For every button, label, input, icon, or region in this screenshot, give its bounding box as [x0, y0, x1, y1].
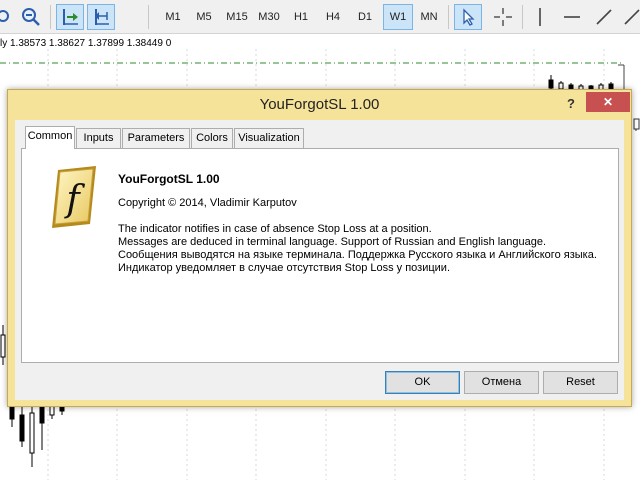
- tab-parameters[interactable]: Parameters: [122, 128, 190, 148]
- cursor-icon[interactable]: [454, 4, 482, 30]
- dialog-body: Common Inputs Parameters Colors Visualiz…: [15, 120, 624, 400]
- common-tab-panel: f YouForgotSL 1.00 Copyright © 2014, Vla…: [21, 148, 619, 363]
- timeframe-mn[interactable]: MN: [414, 4, 444, 30]
- timeframe-w1[interactable]: W1: [383, 4, 413, 30]
- copyright-text: Copyright © 2014, Vladimir Karputov: [118, 197, 297, 209]
- description-line: Messages are deduced in terminal languag…: [118, 236, 547, 248]
- timeframe-m5[interactable]: M5: [189, 4, 219, 30]
- tab-common[interactable]: Common: [25, 126, 75, 149]
- timeframe-h1[interactable]: H1: [286, 4, 316, 30]
- channel-icon[interactable]: [622, 4, 640, 30]
- tab-visualization[interactable]: Visualization: [234, 128, 304, 148]
- cancel-button[interactable]: Отмена: [464, 371, 539, 394]
- indicator-properties-dialog: YouForgotSL 1.00 ? ✕ Common Inputs Param…: [7, 89, 632, 407]
- close-button[interactable]: ✕: [586, 92, 630, 112]
- zoom-in-icon[interactable]: [0, 4, 12, 30]
- timeframe-d1[interactable]: D1: [350, 4, 380, 30]
- crosshair-icon[interactable]: [489, 4, 517, 30]
- timeframe-m15[interactable]: M15: [221, 4, 253, 30]
- help-button[interactable]: ?: [563, 94, 579, 114]
- description-line: Сообщения выводятся на языке терминала. …: [118, 249, 597, 261]
- indicator-icon: f: [50, 166, 98, 228]
- chart-toolbar: M1 M5 M15 M30 H1 H4 D1 W1 MN: [0, 0, 640, 34]
- tab-inputs[interactable]: Inputs: [76, 128, 121, 148]
- indicator-name: YouForgotSL 1.00: [118, 172, 220, 186]
- tab-colors[interactable]: Colors: [191, 128, 233, 148]
- description-line: The indicator notifies in case of absenc…: [118, 223, 432, 235]
- auto-scroll-icon[interactable]: [87, 4, 115, 30]
- timeframe-h4[interactable]: H4: [318, 4, 348, 30]
- timeframe-m1[interactable]: M1: [158, 4, 188, 30]
- zoom-out-icon[interactable]: [18, 4, 44, 30]
- vertical-line-icon[interactable]: [527, 4, 553, 30]
- ok-button[interactable]: OK: [385, 371, 460, 394]
- horizontal-line-icon[interactable]: [559, 4, 585, 30]
- dialog-title: YouForgotSL 1.00: [259, 96, 380, 113]
- trendline-icon[interactable]: [591, 4, 617, 30]
- chart-shift-icon[interactable]: [56, 4, 84, 30]
- reset-button[interactable]: Reset: [543, 371, 618, 394]
- description-line: Индикатор уведомляет в случае отсутствия…: [118, 262, 450, 274]
- description-text: The indicator notifies in case of absenc…: [118, 223, 608, 275]
- timeframe-m30[interactable]: M30: [253, 4, 285, 30]
